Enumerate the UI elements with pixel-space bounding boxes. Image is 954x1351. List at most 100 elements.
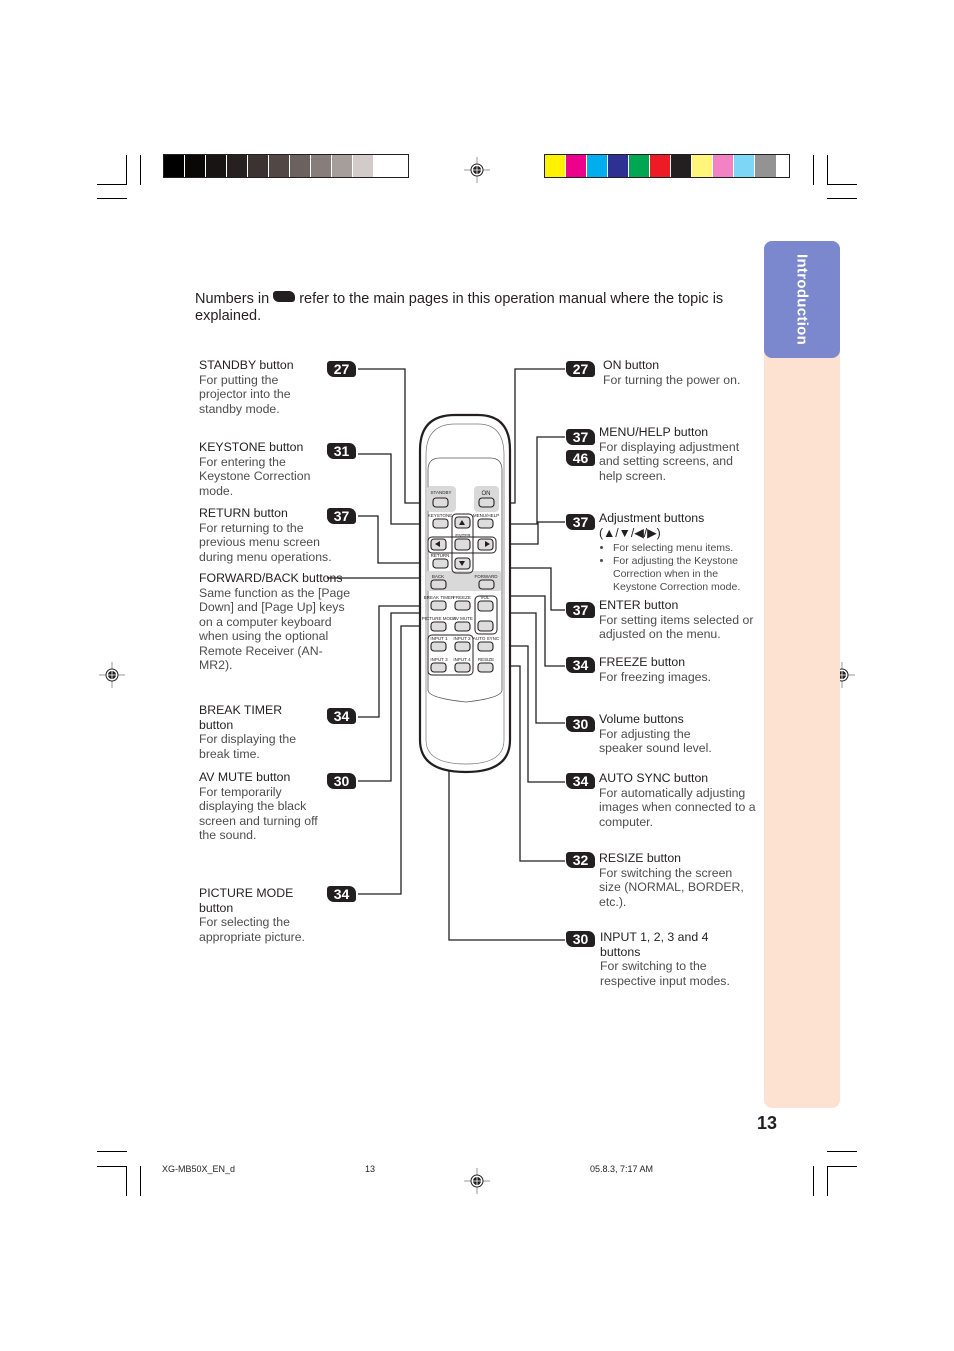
item-title: Volume buttons	[599, 712, 684, 726]
item-title: ON button	[603, 358, 660, 372]
remote-break-timer-button	[430, 600, 447, 611]
remote-label-input3: INPUT 3	[430, 657, 448, 662]
page-badge: 34	[566, 657, 595, 673]
remote-forward-button	[478, 579, 495, 590]
item-title: FREEZE button	[599, 655, 686, 669]
page-badge: 37	[566, 514, 595, 530]
item-body: For adjusting the speaker sound level.	[599, 726, 712, 756]
remote-label-forward: FORWARD	[475, 574, 499, 579]
remote-label-standby: STANDBY	[431, 490, 452, 495]
page-badge: 37	[327, 508, 356, 524]
item-body: For putting the projector into the stand…	[199, 372, 291, 416]
page-badge: 37	[566, 429, 595, 445]
right-item-auto-sync: AUTO SYNC button For automatically adjus…	[599, 771, 759, 829]
right-item-adjustment: Adjustment buttons (▲/▼/◀/▶) For selecti…	[599, 511, 740, 594]
page-badge: 27	[566, 361, 595, 377]
item-title: PICTURE MODE button	[199, 886, 294, 915]
item-title: MENU/HELP button	[599, 425, 709, 439]
page-badge: 32	[566, 852, 595, 868]
page-badge: 34	[327, 886, 356, 902]
item-title: AV MUTE button	[199, 770, 291, 784]
page-badge: 27	[327, 361, 356, 377]
left-item-forward-back: FORWARD/BACK buttons Same function as th…	[199, 571, 351, 673]
item-body: For switching the screen size (NORMAL, B…	[599, 865, 744, 909]
item-body: For returning to the previous menu scree…	[199, 520, 332, 564]
remote-label-return: RETURN	[431, 553, 450, 558]
remote-label-input4: INPUT 4	[453, 657, 471, 662]
remote-input2-button	[454, 641, 471, 652]
page-badge: 37	[566, 602, 595, 618]
item-body: Same function as the [Page Down] and [Pa…	[199, 585, 351, 673]
remote-input1-button	[430, 641, 447, 652]
remote-outline	[418, 413, 512, 774]
remote-label-back: BACK	[432, 574, 444, 579]
right-item-inputs: INPUT 1, 2, 3 and 4 buttons For switchin…	[600, 930, 750, 988]
remote-freeze-button	[454, 600, 471, 611]
bullet-item: For selecting menu items.	[613, 542, 763, 555]
left-item-keystone: KEYSTONE button For entering the Keyston…	[199, 440, 324, 498]
item-title: ENTER button	[599, 598, 679, 612]
item-title: BREAK TIMER button	[199, 703, 283, 732]
page-badge: 34	[566, 773, 595, 789]
remote-control: STANDBY ON KEYSTONE MENU/HELP ENTER RETU…	[418, 413, 512, 774]
remote-label-av-mute: AV MUTE	[453, 616, 473, 621]
page-badge: 30	[566, 716, 595, 732]
footer-page: 13	[365, 1164, 376, 1174]
page-badge: 34	[327, 708, 356, 724]
left-item-picture-mode: PICTURE MODE button For selecting the ap…	[199, 886, 324, 944]
item-title: RETURN button	[199, 506, 288, 520]
left-item-standby: STANDBY button For putting the projector…	[199, 358, 324, 416]
remote-diagram: STANDBY ON KEYSTONE MENU/HELP ENTER RETU…	[327, 368, 565, 941]
item-body: For selecting the appropriate picture.	[199, 915, 305, 944]
item-title: RESIZE button	[599, 851, 682, 865]
remote-input4-button	[454, 662, 471, 673]
remote-return-button	[432, 558, 449, 569]
remote-picture-mode-button	[430, 621, 447, 632]
item-body: For switching to the respective input mo…	[600, 959, 730, 988]
remote-label-on: ON	[482, 491, 491, 497]
remote-input3-button	[430, 662, 447, 673]
page-badge: 46	[566, 450, 595, 466]
page-badge: 30	[327, 773, 356, 789]
page-number: 13	[757, 1113, 778, 1133]
item-body: For automatically adjusting images when …	[599, 785, 756, 829]
remote-back-button	[430, 579, 447, 590]
remote-label-keystone: KEYSTONE	[428, 513, 452, 518]
right-item-freeze: FREEZE button For freezing images.	[599, 655, 754, 684]
remote-on-button	[478, 497, 495, 508]
item-title: Adjustment buttons (▲/▼/◀/▶)	[599, 511, 705, 540]
remote-label-break-timer: BREAK TIMER	[424, 595, 455, 600]
item-body: For setting items selected or adjusted o…	[599, 612, 754, 642]
page-badge: 30	[566, 931, 595, 947]
item-body: For displaying the break time.	[199, 732, 297, 761]
item-body: For turning the power on.	[603, 372, 741, 387]
remote-auto-sync-button	[477, 641, 494, 652]
right-item-resize: RESIZE button For switching the screen s…	[599, 851, 749, 909]
item-title: INPUT 1, 2, 3 and 4 buttons	[600, 930, 709, 959]
item-body: For freezing images.	[599, 669, 712, 684]
right-item-volume: Volume buttons For adjusting the speaker…	[599, 712, 729, 756]
remote-standby-button	[432, 497, 449, 508]
remote-label-auto-sync: AUTO SYNC	[473, 636, 500, 641]
remote-vol-down-button	[477, 620, 494, 632]
remote-label-input1: INPUT 1	[430, 636, 448, 641]
left-item-return: RETURN button For returning to the previ…	[199, 506, 344, 564]
left-item-av-mute: AV MUTE button For temporarily displayin…	[199, 770, 324, 843]
footer-file: XG-MB50X_EN_d	[162, 1164, 236, 1174]
remote-enter-button	[454, 538, 471, 551]
remote-menu-help-button	[477, 518, 494, 529]
right-item-on: ON button For turning the power on.	[603, 358, 758, 387]
item-body: For temporarily displaying the black scr…	[199, 784, 318, 843]
item-body: For displaying adjustment and setting sc…	[599, 439, 740, 483]
item-body: For entering the Keystone Correction mod…	[199, 454, 311, 498]
item-title: STANDBY button	[199, 358, 294, 372]
remote-label-resize: RESIZE	[478, 657, 494, 662]
page-badge: 31	[327, 443, 356, 459]
footer-date: 05.8.3, 7:17 AM	[590, 1164, 654, 1174]
remote-av-mute-button	[454, 621, 471, 632]
left-item-break-timer: BREAK TIMER button For displaying the br…	[199, 703, 314, 761]
remote-vol-up-button	[477, 600, 494, 612]
remote-label-menu-help: MENU/HELP	[473, 513, 499, 518]
remote-keystone-button	[432, 518, 449, 529]
remote-label-picture-mode: PICTURE MODE	[422, 616, 457, 621]
